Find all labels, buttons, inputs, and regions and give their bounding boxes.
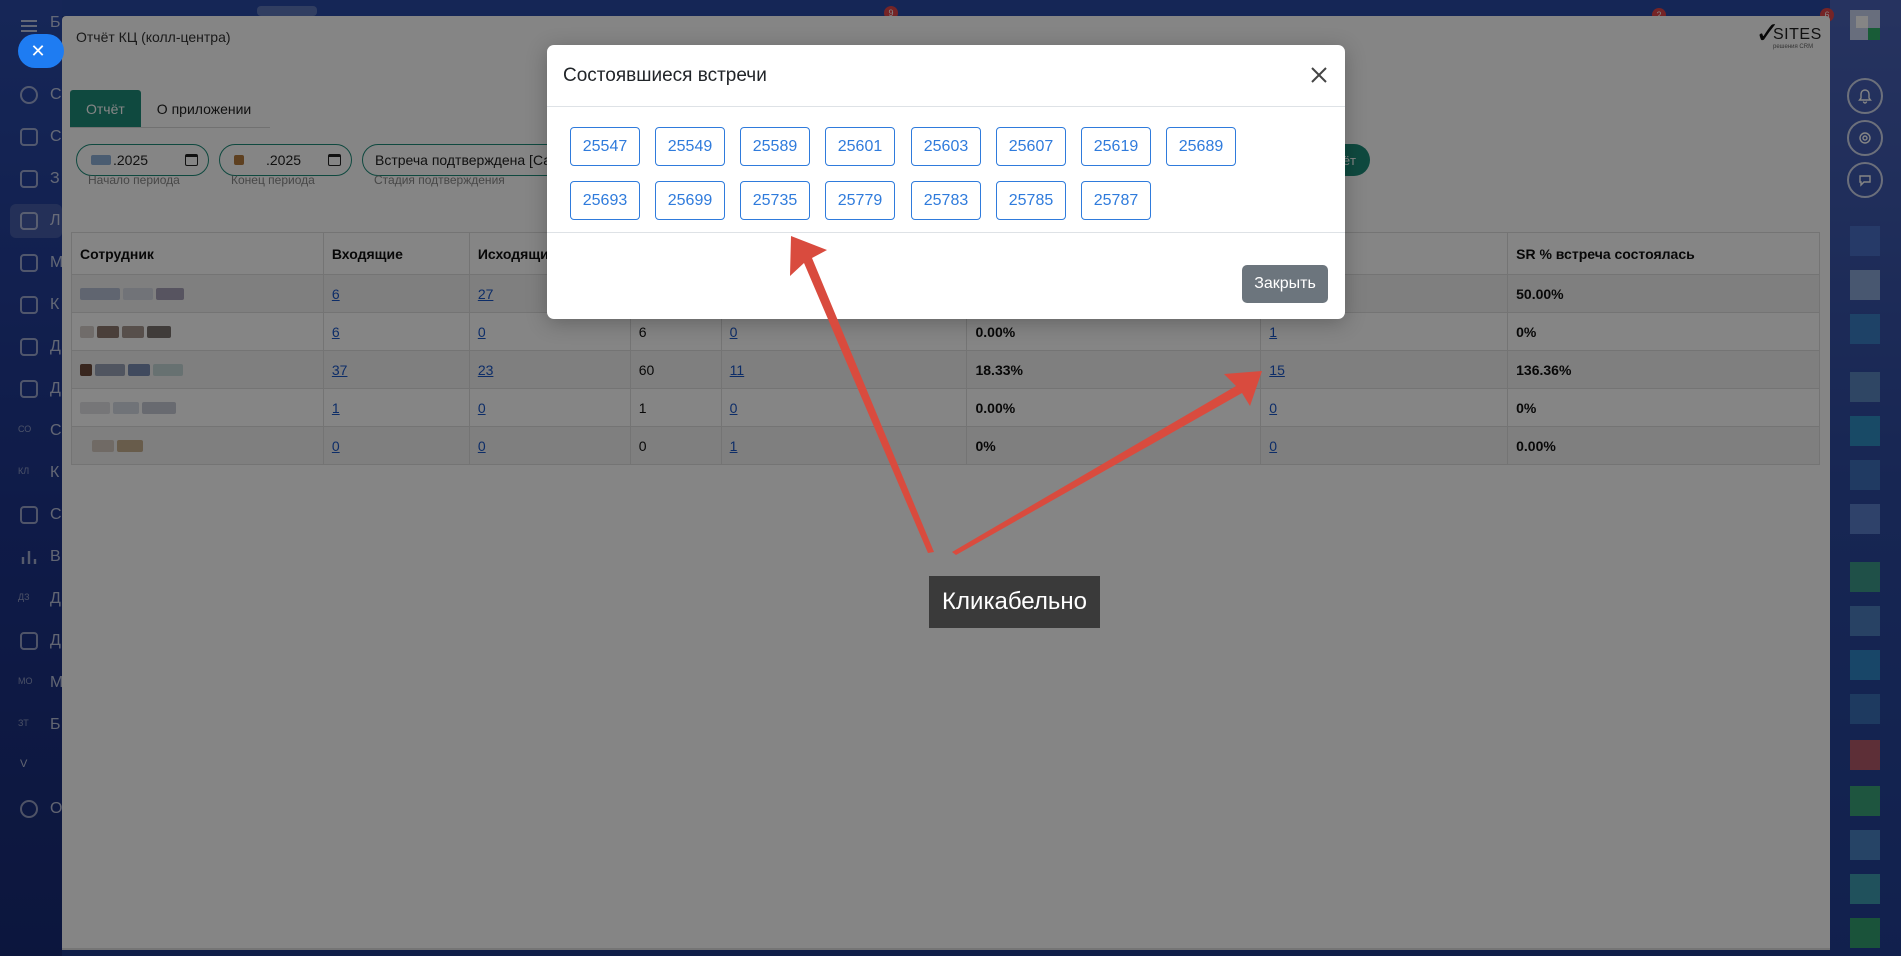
deal-button-25607[interactable]: 25607 (996, 127, 1066, 166)
deal-button-25787[interactable]: 25787 (1081, 181, 1151, 220)
deal-button-25619[interactable]: 25619 (1081, 127, 1151, 166)
annotation-label: Кликабельно (929, 576, 1100, 628)
modal-header: Состоявшиеся встречи (547, 45, 1345, 107)
close-icon: ✕ (30, 40, 46, 61)
deal-button-25693[interactable]: 25693 (570, 181, 640, 220)
modal-title: Состоявшиеся встречи (563, 65, 767, 86)
modal-body: 25547 25549 25589 25601 25603 25607 2561… (547, 107, 1345, 233)
modal-close-button[interactable]: Закрыть (1242, 265, 1328, 303)
deal-button-25689[interactable]: 25689 (1166, 127, 1236, 166)
deal-button-25601[interactable]: 25601 (825, 127, 895, 166)
deal-button-25785[interactable]: 25785 (996, 181, 1066, 220)
deal-button-25735[interactable]: 25735 (740, 181, 810, 220)
deal-button-25589[interactable]: 25589 (740, 127, 810, 166)
close-slider-button[interactable]: ✕ (18, 34, 64, 68)
deal-button-25699[interactable]: 25699 (655, 181, 725, 220)
deal-button-25779[interactable]: 25779 (825, 181, 895, 220)
deal-button-25549[interactable]: 25549 (655, 127, 725, 166)
deal-button-25603[interactable]: 25603 (911, 127, 981, 166)
deal-button-25783[interactable]: 25783 (911, 181, 981, 220)
close-icon[interactable] (1307, 63, 1331, 87)
meetings-modal: Состоявшиеся встречи 25547 25549 25589 2… (547, 45, 1345, 319)
deal-button-25547[interactable]: 25547 (570, 127, 640, 166)
